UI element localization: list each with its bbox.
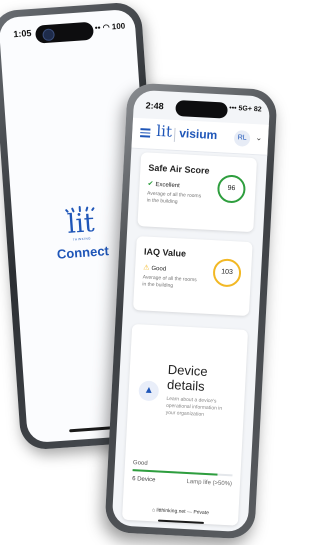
- score-ring: 96: [216, 174, 247, 204]
- front-status-time: 2:48: [145, 100, 164, 112]
- card-status: ✔ Excellent: [147, 180, 180, 190]
- app-header: lit visium RL ⌄: [131, 117, 269, 156]
- card-title: Safe Air Score: [148, 162, 210, 176]
- front-phone: 2:48 ••• 5G+ 82 lit visium RL ⌄ Safe Air…: [104, 82, 278, 540]
- good-progress-fill: [132, 469, 218, 476]
- card-status-label: Good: [151, 265, 167, 273]
- device-title: Device details: [166, 361, 209, 394]
- device-description: Learn about a device's operational infor…: [165, 395, 223, 418]
- check-circle-icon: ✔: [147, 180, 154, 188]
- device-count: 6 Device: [131, 476, 156, 484]
- front-dynamic-island: [175, 99, 228, 119]
- device-details-card[interactable]: ▲ Device details Learn about a device's …: [121, 323, 249, 526]
- card-status-label: Excellent: [155, 181, 180, 190]
- front-status-icons: ••• 5G+ 82: [229, 104, 262, 114]
- menu-icon[interactable]: [140, 128, 151, 138]
- score-ring: 103: [212, 258, 242, 288]
- good-label: Good: [132, 460, 148, 467]
- card-status: ⚠ Good: [143, 263, 166, 272]
- header-divider: [173, 127, 176, 142]
- front-phone-screen: 2:48 ••• 5G+ 82 lit visium RL ⌄ Safe Air…: [111, 89, 271, 533]
- dashboard-content: Safe Air Score ✔ Excellent Average of all…: [121, 152, 258, 532]
- iaq-value-card[interactable]: IAQ Value ⚠ Good Average of all the rooms…: [132, 236, 253, 317]
- good-progress-bar: [132, 469, 233, 477]
- header-lit-logo[interactable]: lit: [156, 122, 173, 141]
- card-description: Average of all the rooms in the building: [142, 274, 197, 290]
- warning-icon: ⚠: [143, 264, 150, 272]
- header-visium-logo[interactable]: visium: [179, 126, 218, 142]
- light-rays-icon: [59, 197, 100, 214]
- avatar[interactable]: RL: [233, 130, 251, 147]
- lamp-icon: ▲: [138, 380, 160, 402]
- back-dynamic-island: [34, 21, 95, 44]
- back-status-time: 1:05: [13, 27, 32, 40]
- card-description: Average of all the rooms in the building: [146, 190, 202, 206]
- safe-air-score-card[interactable]: Safe Air Score ✔ Excellent Average of all…: [137, 152, 258, 233]
- camera-icon: [42, 28, 55, 42]
- chevron-down-icon[interactable]: ⌄: [255, 133, 262, 142]
- lamp-life-label: Lamp life (>50%): [186, 479, 233, 488]
- card-title: IAQ Value: [143, 246, 187, 259]
